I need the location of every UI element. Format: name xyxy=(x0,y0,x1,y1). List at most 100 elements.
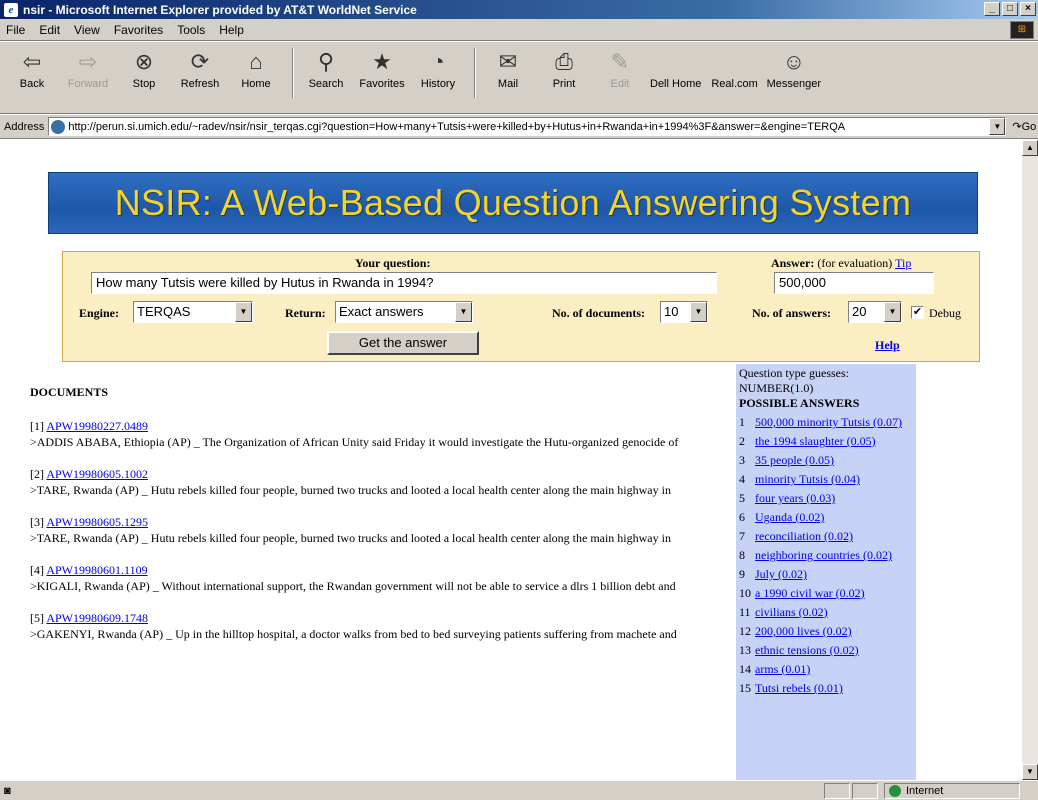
minimize-button[interactable]: _ xyxy=(984,2,1000,16)
answer-link[interactable]: civilians (0.02) xyxy=(755,605,828,619)
menu-file[interactable]: File xyxy=(6,23,25,37)
search-button[interactable]: ⚲ Search xyxy=(300,48,352,90)
document-link[interactable]: APW19980605.1002 xyxy=(46,467,148,481)
search-icon: ⚲ xyxy=(317,49,335,74)
close-button[interactable]: × xyxy=(1020,2,1036,16)
history-icon: ◔ xyxy=(431,49,445,74)
answer-link[interactable]: minority Tutsis (0.04) xyxy=(755,472,860,486)
return-select[interactable]: Exact answers ▼ xyxy=(335,301,473,323)
answer-link[interactable]: 35 people (0.05) xyxy=(755,453,834,467)
help-link[interactable]: Help xyxy=(875,338,900,353)
favorites-icon: ★ xyxy=(372,49,392,74)
menu-tools[interactable]: Tools xyxy=(177,23,205,37)
nanswers-label: No. of answers: xyxy=(752,306,831,320)
answer-row: 14 arms (0.01) xyxy=(739,660,902,679)
home-button[interactable]: ⌂ Home xyxy=(230,48,282,90)
window-titlebar[interactable]: e nsir - Microsoft Internet Explorer pro… xyxy=(0,0,1038,19)
document-link[interactable]: APW19980605.1295 xyxy=(46,515,148,529)
answer-link[interactable]: 500,000 minority Tutsis (0.07) xyxy=(755,415,902,429)
security-zone: Internet xyxy=(884,783,1020,799)
answer-link[interactable]: Tutsi rebels (0.01) xyxy=(755,681,843,695)
address-dropdown-icon[interactable]: ▼ xyxy=(989,118,1006,135)
answer-row: 1 500,000 minority Tutsis (0.07) xyxy=(739,413,902,432)
answer-link[interactable]: 200,000 lives (0.02) xyxy=(755,624,852,638)
chevron-down-icon: ▼ xyxy=(235,302,252,322)
page-status-icon: ◙ xyxy=(4,784,11,797)
stop-button[interactable]: ⊗ Stop xyxy=(118,48,170,90)
toolbar: ⇦ Back ⇨ Forward ⊗ Stop ⟳ Refresh ⌂ Home ⚲ Sea… xyxy=(0,42,1038,114)
document-snippet: >TARE, Rwanda (AP) _ Hutu rebels killed … xyxy=(30,483,671,497)
document-link[interactable]: APW19980601.1109 xyxy=(46,563,147,577)
go-button[interactable]: ↷Go xyxy=(1012,120,1036,133)
question-form: Your question: How many Tutsis were kill… xyxy=(62,251,980,362)
refresh-button[interactable]: ⟳ Refresh xyxy=(174,48,226,90)
answer-link[interactable]: July (0.02) xyxy=(755,567,807,581)
answer-row: 3 35 people (0.05) xyxy=(739,451,902,470)
answer-link[interactable]: ethnic tensions (0.02) xyxy=(755,643,859,657)
answer-row: 8 neighboring countries (0.02) xyxy=(739,546,902,565)
debug-label: Debug xyxy=(929,306,961,320)
menu-view[interactable]: View xyxy=(74,23,100,37)
engine-selected: TERQAS xyxy=(137,304,191,319)
vertical-scrollbar[interactable]: ▲ ▼ xyxy=(1022,140,1038,780)
back-button[interactable]: ⇦ Back xyxy=(6,48,58,90)
document-snippet: >ADDIS ABABA, Ethiopia (AP) _ The Organi… xyxy=(30,435,679,449)
history-button[interactable]: ◔ History xyxy=(412,48,464,90)
answer-link[interactable]: reconciliation (0.02) xyxy=(755,529,853,543)
answer-row: 7 reconciliation (0.02) xyxy=(739,527,902,546)
favorites-button[interactable]: ★ Favorites xyxy=(356,48,408,90)
answer-row: 13 ethnic tensions (0.02) xyxy=(739,641,902,660)
menu-help[interactable]: Help xyxy=(219,23,244,37)
answer-link[interactable]: four years (0.03) xyxy=(755,491,835,505)
dell-home-link[interactable]: Dell Home xyxy=(650,76,701,90)
engine-select[interactable]: TERQAS ▼ xyxy=(133,301,253,323)
answer-input[interactable]: 500,000 xyxy=(774,272,934,294)
forward-button[interactable]: ⇨ Forward xyxy=(62,48,114,90)
zone-label: Internet xyxy=(906,785,944,797)
answer-note: (for evaluation) xyxy=(817,256,893,270)
scroll-down-icon[interactable]: ▼ xyxy=(1022,764,1038,780)
messenger-button[interactable]: ☺ Messenger xyxy=(767,48,821,90)
answer-link[interactable]: a 1990 civil war (0.02) xyxy=(755,586,865,600)
banner-title: NSIR: A Web-Based Question Answering Sys… xyxy=(114,182,912,223)
question-label: Your question: xyxy=(355,256,431,270)
answer-rank: 13 xyxy=(739,643,751,657)
document-number: [4] xyxy=(30,563,44,577)
address-input[interactable]: http://perun.si.umich.edu/~radev/nsir/ns… xyxy=(48,117,1007,136)
answer-rank: 3 xyxy=(739,453,745,467)
mail-button[interactable]: ✉ Mail xyxy=(482,48,534,90)
toolbar-separator xyxy=(292,48,294,98)
document-link[interactable]: APW19980609.1748 xyxy=(46,611,148,625)
answers-panel: Question type guesses: NUMBER(1.0) POSSI… xyxy=(736,364,916,780)
answer-rank: 9 xyxy=(739,567,745,581)
return-label: Return: xyxy=(285,306,326,320)
answer-link[interactable]: the 1994 slaughter (0.05) xyxy=(755,434,876,448)
nsir-banner: NSIR: A Web-Based Question Answering Sys… xyxy=(48,172,978,234)
menu-edit[interactable]: Edit xyxy=(39,23,60,37)
scroll-up-icon[interactable]: ▲ xyxy=(1022,140,1038,156)
maximize-button[interactable]: □ xyxy=(1002,2,1018,16)
answer-row: 12 200,000 lives (0.02) xyxy=(739,622,902,641)
tip-link[interactable]: Tip xyxy=(895,256,911,270)
answer-link[interactable]: Uganda (0.02) xyxy=(755,510,824,524)
debug-checkbox[interactable]: ✔ xyxy=(911,306,924,319)
edit-button[interactable]: ✎ Edit xyxy=(594,48,646,90)
answer-rank: 10 xyxy=(739,586,751,600)
get-answer-button[interactable]: Get the answer xyxy=(327,331,479,355)
answer-link[interactable]: arms (0.01) xyxy=(755,662,810,676)
chevron-down-icon: ▼ xyxy=(690,302,707,322)
document-link[interactable]: APW19980227.0489 xyxy=(46,419,148,433)
question-type-value: NUMBER(1.0) xyxy=(739,381,814,395)
ndocs-label: No. of documents: xyxy=(552,306,645,320)
print-button[interactable]: ⎙ Print xyxy=(538,48,590,90)
documents-list: DOCUMENTS [1] APW19980227.0489 >ADDIS AB… xyxy=(30,384,740,658)
ndocs-select[interactable]: 10 ▼ xyxy=(660,301,708,323)
nanswers-select[interactable]: 20 ▼ xyxy=(848,301,902,323)
toolbar-separator xyxy=(474,48,476,98)
windows-logo-icon: ⊞ xyxy=(1010,21,1034,39)
status-cell xyxy=(824,783,850,799)
realcom-link[interactable]: Real.com xyxy=(711,76,757,90)
menu-favorites[interactable]: Favorites xyxy=(114,23,163,37)
answer-link[interactable]: neighboring countries (0.02) xyxy=(755,548,892,562)
question-input[interactable]: How many Tutsis were killed by Hutus in … xyxy=(91,272,717,294)
